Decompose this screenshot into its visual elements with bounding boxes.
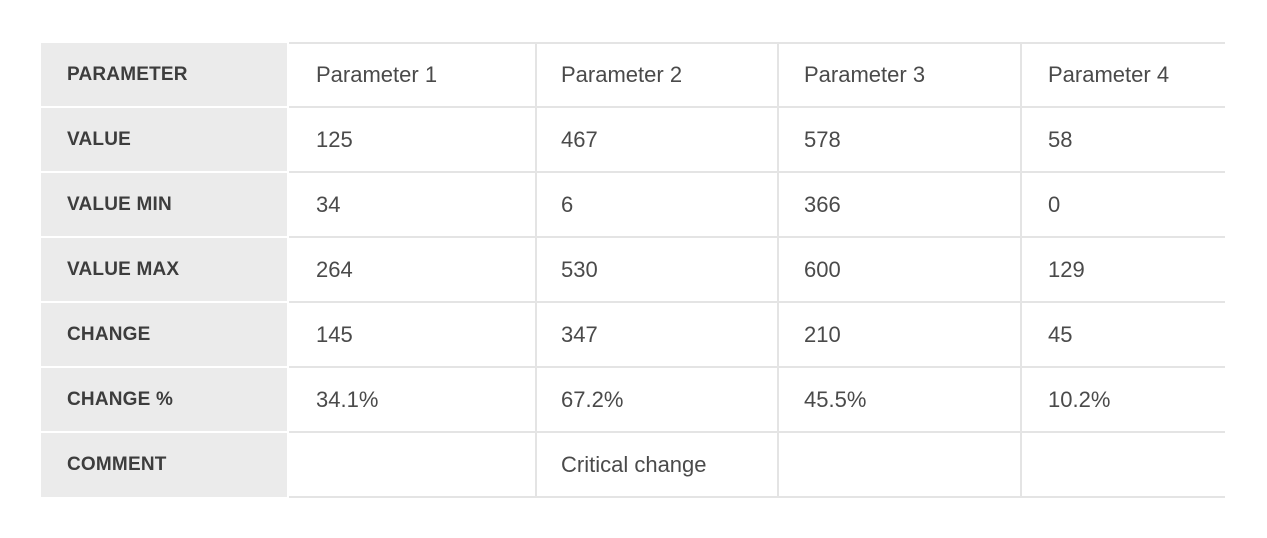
row-label-comment: COMMENT (41, 432, 287, 497)
table-row-value-max: VALUE MAX 264 530 600 129 (41, 237, 1225, 303)
parameter-table-container: PARAMETER Parameter 1 Parameter 2 Parame… (41, 42, 1225, 498)
table-row-parameter: PARAMETER Parameter 1 Parameter 2 Parame… (41, 42, 1225, 108)
table-cell: Parameter 2 (536, 42, 779, 108)
table-cell: Parameter 1 (289, 42, 537, 108)
row-label-change: CHANGE (41, 302, 287, 368)
table-cell: 467 (536, 107, 779, 173)
table-cell (289, 432, 537, 498)
table-row-value-min: VALUE MIN 34 6 366 0 (41, 172, 1225, 238)
table-cell: 58 (1021, 107, 1225, 173)
row-label-value-max: VALUE MAX (41, 237, 287, 303)
table-cell (1021, 432, 1225, 498)
table-row-change: CHANGE 145 347 210 45 (41, 302, 1225, 368)
table-cell: 0 (1021, 172, 1225, 238)
table-cell: 600 (778, 237, 1022, 303)
table-row-change-percent: CHANGE % 34.1% 67.2% 45.5% 10.2% (41, 367, 1225, 433)
row-label-change-percent: CHANGE % (41, 367, 287, 433)
table-cell: 347 (536, 302, 779, 368)
table-cell: 34 (289, 172, 537, 238)
row-label-value-min: VALUE MIN (41, 172, 287, 238)
table-cell: 45.5% (778, 367, 1022, 433)
table-cell: 530 (536, 237, 779, 303)
row-label-parameter: PARAMETER (41, 43, 287, 108)
table-row-comment: COMMENT Critical change (41, 432, 1225, 498)
table-cell: 578 (778, 107, 1022, 173)
table-cell: 34.1% (289, 367, 537, 433)
table-cell: 129 (1021, 237, 1225, 303)
table-cell: 210 (778, 302, 1022, 368)
table-cell: 6 (536, 172, 779, 238)
table-cell: 125 (289, 107, 537, 173)
table-cell: Parameter 3 (778, 42, 1022, 108)
table-row-value: VALUE 125 467 578 58 (41, 107, 1225, 173)
table-cell: 145 (289, 302, 537, 368)
table-cell: 264 (289, 237, 537, 303)
table-cell: 366 (778, 172, 1022, 238)
table-cell: 45 (1021, 302, 1225, 368)
table-cell: 10.2% (1021, 367, 1225, 433)
table-cell (778, 432, 1022, 498)
parameter-table: PARAMETER Parameter 1 Parameter 2 Parame… (41, 42, 1225, 498)
row-label-value: VALUE (41, 107, 287, 173)
table-cell: Critical change (536, 432, 779, 498)
table-cell: Parameter 4 (1021, 42, 1225, 108)
table-cell: 67.2% (536, 367, 779, 433)
